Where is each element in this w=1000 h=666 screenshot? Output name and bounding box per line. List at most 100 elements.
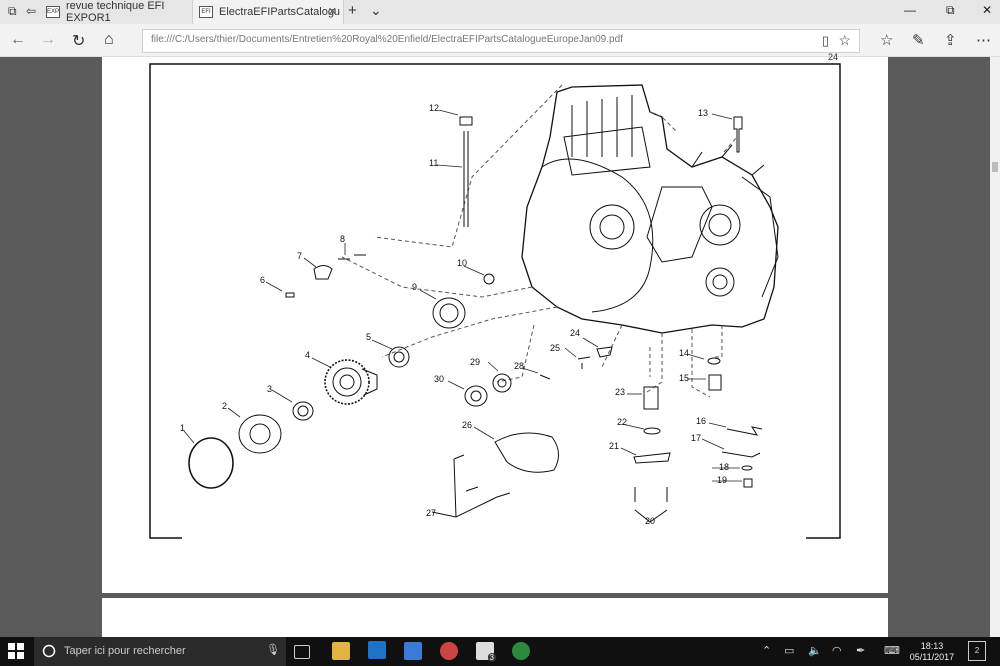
maximize-button[interactable]: ⧉ — [946, 3, 955, 18]
part-2-seal — [238, 414, 282, 454]
keyboard-icon[interactable]: ⌨ — [884, 644, 900, 657]
tab-revue-technique[interactable]: EXP revue technique EFI EXPOR1 — [46, 0, 194, 24]
tab-label: revue technique EFI EXPOR1 — [66, 0, 165, 24]
callout-17: 17 — [691, 433, 702, 443]
pdf-viewer[interactable]: 24 1 2 3 4 5 6 7 8 9 10 11 12 13 14 15 1… — [0, 52, 1000, 648]
part-30-bushing — [464, 385, 488, 407]
forward-arrow-icon[interactable]: → — [40, 31, 56, 49]
callout-16: 16 — [696, 416, 707, 426]
store-icon[interactable] — [404, 642, 422, 660]
minimize-button[interactable]: — — [904, 3, 916, 17]
refresh-icon[interactable]: ↻ — [72, 31, 85, 51]
callout-1: 1 — [180, 423, 186, 433]
part-22-oring — [643, 427, 661, 435]
part-23-sleeve — [643, 386, 659, 410]
callout-29: 29 — [470, 357, 481, 367]
tab-back-icon[interactable]: ⇦ — [26, 4, 36, 18]
tab-bar: ⧉ ⇦ EXP revue technique EFI EXPOR1 EFI E… — [0, 0, 1000, 24]
chrome-icon[interactable] — [512, 642, 530, 660]
part-10-washer — [483, 273, 495, 285]
callout-20: 20 — [645, 516, 656, 526]
callout-27: 27 — [426, 508, 437, 518]
mail-icon[interactable]: 3 — [476, 642, 496, 662]
volume-icon[interactable]: 🔈 — [808, 644, 822, 657]
mail-badge: 3 — [487, 653, 496, 662]
taskbar-clock[interactable]: 18:13 05/11/2017 — [908, 641, 956, 663]
tab-favicon: EXP — [46, 6, 60, 18]
part-25-bolt — [577, 356, 591, 369]
tab-electra-catalogue[interactable]: EFI ElectraEFIPartsCatalogu ✕ — [192, 0, 344, 24]
close-window-button[interactable]: ✕ — [982, 3, 992, 17]
callout-12: 12 — [429, 103, 440, 113]
favorite-star-icon[interactable]: ☆ — [838, 32, 851, 49]
taskbar: Taper ici pour rechercher 🎙 3 ⌃ ▭ 🔈 ◠ ✒ … — [0, 637, 1000, 666]
part-12-nut — [459, 116, 473, 126]
pdf-page: 24 1 2 3 4 5 6 7 8 9 10 11 12 13 14 15 1… — [102, 52, 888, 593]
callout-11: 11 — [429, 158, 439, 168]
callout-22: 22 — [617, 417, 628, 427]
crankcase — [521, 84, 779, 334]
more-icon[interactable]: ⋯ — [976, 31, 991, 49]
tab-label: ElectraEFIPartsCatalogu — [219, 6, 341, 18]
part-4-gear — [324, 359, 370, 405]
callout-13: 13 — [698, 108, 709, 118]
callout-26: 26 — [462, 420, 473, 430]
scrollbar-thumb[interactable] — [992, 162, 998, 172]
search-placeholder: Taper ici pour rechercher — [64, 645, 186, 657]
callout-3: 3 — [267, 384, 273, 394]
pen-icon[interactable]: ✒ — [856, 644, 865, 657]
app-icon[interactable] — [440, 642, 458, 660]
callout-4: 4 — [305, 350, 311, 360]
part-3-bearing — [292, 401, 314, 421]
part-6-bolt — [285, 292, 295, 298]
notification-count: 2 — [974, 646, 980, 655]
network-icon[interactable]: ◠ — [832, 644, 842, 657]
tray-chevron-icon[interactable]: ⌃ — [762, 644, 771, 657]
new-tab-button[interactable]: + — [348, 2, 357, 19]
tab-favicon: EFI — [199, 6, 213, 18]
cortana-circle-icon — [42, 644, 56, 658]
callout-8: 8 — [340, 234, 346, 244]
part-24-clip — [596, 346, 613, 358]
part-28-pin — [539, 374, 551, 380]
web-note-icon[interactable]: ✎ — [912, 31, 925, 49]
windows-start-icon[interactable] — [8, 643, 24, 659]
part-15-plug — [708, 374, 722, 391]
address-bar[interactable]: file:///C:/Users/thier/Documents/Entreti… — [142, 29, 860, 53]
part-29-bushing — [492, 373, 512, 393]
part-21-bracket — [633, 452, 671, 464]
callout-24: 24 — [570, 328, 581, 338]
part-19-nut — [743, 478, 753, 488]
back-arrow-icon[interactable]: ← — [10, 31, 26, 49]
callout-19: 19 — [717, 475, 728, 485]
battery-icon[interactable]: ▭ — [784, 644, 794, 657]
clock-date: 05/11/2017 — [909, 652, 955, 662]
hub-icon[interactable]: ☆ — [880, 31, 893, 49]
part-16-spring — [726, 426, 763, 436]
vertical-scrollbar[interactable] — [990, 57, 1000, 637]
microphone-icon[interactable]: 🎙 — [266, 643, 280, 656]
reading-view-icon[interactable]: ▯ — [822, 33, 829, 49]
tab-list-chevron-icon[interactable]: ⌄ — [370, 2, 382, 19]
url-text: file:///C:/Users/thier/Documents/Entreti… — [151, 34, 623, 45]
exploded-diagram — [149, 63, 841, 539]
callout-28: 28 — [514, 361, 525, 371]
part-27-bolts — [431, 454, 511, 518]
callout-7: 7 — [297, 251, 303, 261]
file-explorer-icon[interactable] — [332, 642, 350, 660]
callout-25: 25 — [550, 343, 561, 353]
part-26-cover — [494, 432, 559, 473]
home-icon[interactable]: ⌂ — [104, 31, 114, 49]
callout-5: 5 — [366, 332, 372, 342]
taskbar-search-box[interactable]: Taper ici pour rechercher 🎙 — [34, 637, 286, 666]
notifications-button[interactable]: 2 — [968, 641, 986, 661]
edge-icon[interactable] — [368, 641, 386, 659]
close-tab-icon[interactable]: ✕ — [328, 5, 337, 18]
part-13-stud — [733, 116, 743, 153]
tab-actions-icon[interactable]: ⧉ — [8, 4, 17, 19]
callout-23: 23 — [615, 387, 626, 397]
callout-9: 9 — [412, 282, 418, 292]
task-view-icon[interactable] — [294, 645, 310, 659]
part-9-seal — [432, 297, 466, 329]
share-icon[interactable]: ⇪ — [944, 31, 957, 49]
